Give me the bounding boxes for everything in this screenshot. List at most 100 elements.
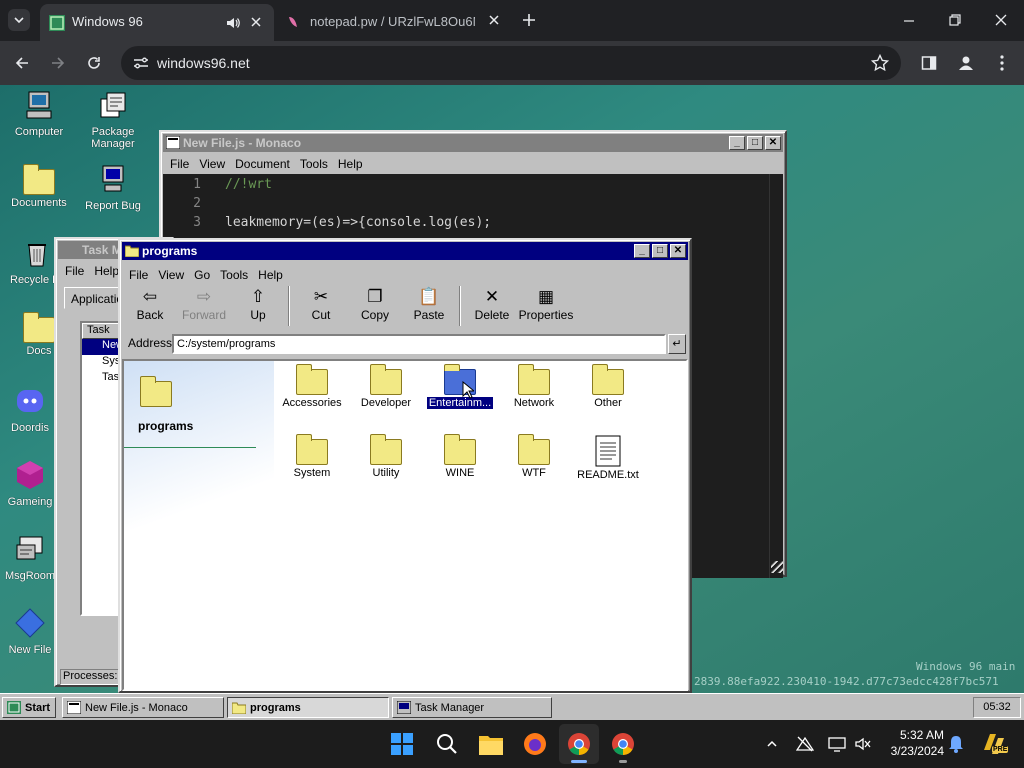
side-panel-icon[interactable] [921,55,937,71]
menu-tools[interactable]: Tools [295,157,333,171]
desktop-icon-doordis[interactable]: Doordis [2,385,58,434]
file-view[interactable]: programs Accessories Developer Entertain… [122,359,688,691]
menu-file[interactable]: File [165,157,194,171]
folder-accessories[interactable]: Accessories [272,364,352,409]
folder-icon [592,364,624,395]
copilot-pre-badge[interactable]: PRE [980,730,1009,758]
search-icon[interactable] [436,733,458,755]
taskbar-button-task-manager[interactable]: Task Manager [392,697,552,718]
more-menu-icon[interactable] [996,54,1008,72]
folder-utility[interactable]: Utility [346,434,426,479]
editor-scrollbar[interactable] [769,174,783,578]
menu-file[interactable]: File [60,264,89,278]
monaco-titlebar[interactable]: New File.js - Monaco _ □ ✕ [163,134,783,152]
explorer-window[interactable]: programs _ □ ✕ File View Go Tools Help ⇦… [118,238,692,693]
chevron-up-icon[interactable] [766,738,778,750]
address-input[interactable]: C:/system/programs [172,334,666,354]
forward-button[interactable]: ⇨ Forward [178,286,230,322]
desktop-icon-msgroom[interactable]: MsgRoom [2,533,58,582]
close-tab-icon[interactable] [250,16,262,28]
maximize-button[interactable]: □ [747,136,763,150]
monaco-menubar: File View Document Tools Help [165,154,368,174]
minimize-icon[interactable] [902,14,916,28]
close-tab-icon[interactable] [488,14,500,26]
folder-wine[interactable]: WINE [420,434,500,479]
file-readme[interactable]: README.txt [568,435,648,481]
tab-notepad[interactable]: notepad.pw / URzlFwL8Ou6NQ [276,4,508,37]
close-window-icon[interactable] [994,13,1008,27]
file-explorer-icon[interactable] [479,733,503,755]
notification-bell-icon[interactable] [948,735,964,753]
volume-muted-icon[interactable] [854,736,872,752]
menu-tools[interactable]: Tools [215,268,253,282]
desktop-icon-report-bug[interactable]: Report Bug [76,163,150,212]
folder-entertainment[interactable]: Entertainm... [420,364,500,410]
back-arrow-icon: ⇦ [142,287,158,306]
menu-document[interactable]: Document [230,157,295,171]
chrome-second-window[interactable] [603,724,643,764]
url-text: windows96.net [157,55,250,71]
minimize-button[interactable]: _ [634,244,650,258]
close-button[interactable]: ✕ [670,244,686,258]
monaco-title: New File.js - Monaco [183,136,302,150]
tab-windows96[interactable]: Windows 96 [40,4,274,41]
chrome-active-highlight[interactable] [559,724,599,764]
menu-go[interactable]: Go [189,268,215,282]
menu-help[interactable]: Help [253,268,288,282]
up-folder-icon: ⇧ [250,287,266,306]
copy-button[interactable]: ❐ Copy [349,286,401,322]
forward-arrow-icon[interactable] [50,55,66,71]
folder-other[interactable]: Other [568,364,648,409]
folder-network[interactable]: Network [494,364,574,409]
desktop-icon-computer[interactable]: Computer [2,89,76,138]
cut-button[interactable]: ✂ Cut [295,286,347,322]
package-manager-icon [100,92,126,118]
speaker-icon[interactable] [225,15,241,31]
folder-icon [296,434,328,465]
menu-file[interactable]: File [124,268,153,282]
address-bar[interactable]: windows96.net [121,46,901,80]
close-button[interactable]: ✕ [765,136,781,150]
line-number: 1 [193,177,201,192]
resize-grip[interactable] [771,561,783,573]
folder-system[interactable]: System [272,434,352,479]
scissors-icon: ✂ [313,287,329,306]
tab-title: notepad.pw / URzlFwL8Ou6NQ [310,14,475,29]
properties-button[interactable]: ▦ Properties [516,286,576,322]
firefox-icon[interactable] [523,732,547,756]
windows-start-icon[interactable] [391,733,413,755]
delete-button[interactable]: ✕ Delete [466,286,518,322]
menu-view[interactable]: View [153,268,189,282]
restore-icon[interactable] [948,13,962,27]
site-settings-icon[interactable] [133,56,149,70]
explorer-titlebar[interactable]: programs _ □ ✕ [122,242,688,260]
maximize-button[interactable]: □ [652,244,668,258]
folder-developer[interactable]: Developer [346,364,426,409]
tab-search-button[interactable] [8,9,30,31]
system-clock[interactable]: 5:32 AM 3/23/2024 [880,727,944,759]
desktop-icon-package-manager[interactable]: Package Manager [76,89,150,150]
profile-icon[interactable] [957,54,975,72]
recycle-bin-icon [28,244,46,267]
paste-button[interactable]: 📋 Paste [403,286,455,322]
network-offline-icon[interactable] [796,736,814,752]
taskbar-button-monaco[interactable]: New File.js - Monaco [62,697,224,718]
menu-help[interactable]: Help [333,157,368,171]
display-icon[interactable] [828,736,846,752]
folder-wtf[interactable]: WTF [494,434,574,479]
new-tab-icon[interactable] [522,13,536,27]
minimize-button[interactable]: _ [729,136,745,150]
start-button[interactable]: Start [2,697,56,718]
go-button[interactable]: ↵ [668,334,686,354]
up-button[interactable]: ⇧ Up [232,286,284,322]
chrome-tab-strip: Windows 96 notepad.pw / URzlFwL8Ou6NQ [0,0,1024,41]
taskbar-button-programs[interactable]: programs [227,697,389,718]
desktop-icon-documents[interactable]: Documents [2,163,76,209]
bookmark-star-icon[interactable] [871,54,889,72]
menu-view[interactable]: View [194,157,230,171]
reload-icon[interactable] [86,55,102,71]
back-arrow-icon[interactable] [14,55,30,71]
desktop-icon-new-file[interactable]: New File [2,607,58,656]
back-button[interactable]: ⇦ Back [124,286,176,322]
desktop-icon-gameing[interactable]: Gameing [2,459,58,508]
